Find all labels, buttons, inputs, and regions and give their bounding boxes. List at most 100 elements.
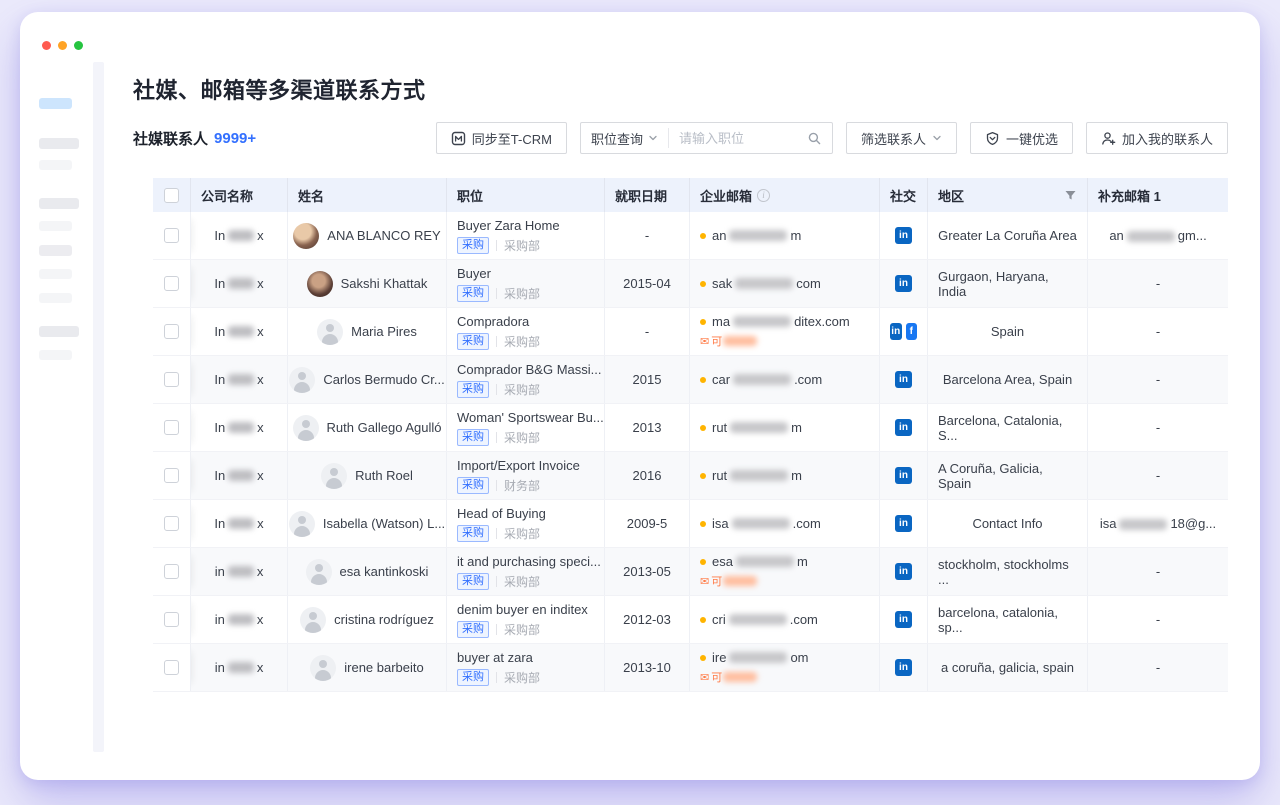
row-checkbox[interactable] [164,276,179,291]
linkedin-icon[interactable]: in [895,419,912,436]
table-row[interactable]: Inx Sakshi Khattak Buyer 采购 采购部 2015-04 … [153,260,1228,308]
one-click-optimize-button[interactable]: 一键优选 [970,122,1073,154]
table-row[interactable]: Inx ANA BLANCO REY Buyer Zara Home 采购 采购… [153,212,1228,260]
linkedin-icon[interactable]: in [895,515,912,532]
department-label: 采购部 [504,285,540,302]
position-title: Import/Export Invoice [457,458,594,473]
search-icon[interactable] [807,131,822,146]
email-deliverable-badge: ✉ 可 [700,573,869,589]
sidebar-active-item[interactable] [39,98,72,109]
name-cell: Ruth Gallego Agulló [288,404,447,451]
linkedin-icon[interactable]: in [895,611,912,628]
table-row[interactable]: Inx Ruth Gallego Agulló Woman' Sportswea… [153,404,1228,452]
department-label: 财务部 [504,477,540,494]
contact-avatar [310,655,336,681]
position-title: buyer at zara [457,650,594,665]
contact-name: cristina rodríguez [334,612,434,627]
email-cell: cri.com [690,596,880,643]
email-cell: esam ✉ 可 [690,548,880,595]
social-cell: in [880,644,928,691]
employment-date-cell: 2015 [605,356,690,403]
table-row[interactable]: Inx Maria Pires Compradora 采购 采购部 - madi… [153,308,1228,356]
role-tag: 采购 [457,237,489,254]
role-tag: 采购 [457,573,489,590]
social-cell: in [880,596,928,643]
department-label: 采购部 [504,573,540,590]
contact-name: Isabella (Watson) L... [323,516,445,531]
linkedin-icon[interactable]: in [895,467,912,484]
row-checkbox[interactable] [164,660,179,675]
chevron-down-icon [932,133,942,143]
position-query-select[interactable]: 职位查询 [581,129,668,148]
table-row[interactable]: inx esa kantinkoski it and purchasing sp… [153,548,1228,596]
filter-funnel-icon[interactable] [1064,189,1077,202]
position-cell: Buyer 采购 采购部 [447,260,605,307]
row-checkbox-cell [153,260,191,307]
redacted-email-text [729,230,787,241]
header-date: 就职日期 [605,178,690,212]
filter-contacts-button[interactable]: 筛选联系人 [846,122,957,154]
envelope-icon: ✉ [700,575,709,588]
company-cell: Inx [191,500,288,547]
row-checkbox[interactable] [164,372,179,387]
position-title: Head of Buying [457,506,594,521]
row-checkbox[interactable] [164,612,179,627]
sidebar-skeleton-item [39,160,72,170]
header-position: 职位 [447,178,605,212]
region-cell: stockholm, stockholms ... [928,548,1088,595]
company-cell: inx [191,644,288,691]
linkedin-icon[interactable]: in [895,227,912,244]
row-checkbox[interactable] [164,324,179,339]
linkedin-icon[interactable]: in [895,371,912,388]
contacts-count-label: 社媒联系人 [133,128,208,149]
select-all-checkbox[interactable] [164,188,179,203]
add-to-my-contacts-button[interactable]: 加入我的联系人 [1086,122,1228,154]
supp-email-cell: - [1088,404,1228,451]
linkedin-icon[interactable]: in [895,275,912,292]
linkedin-icon[interactable]: in [890,323,902,340]
table-body: Inx ANA BLANCO REY Buyer Zara Home 采购 采购… [153,212,1228,692]
header-social: 社交 [880,178,928,212]
sync-to-crm-button[interactable]: 同步至T-CRM [436,122,567,154]
linkedin-icon[interactable]: in [895,659,912,676]
redacted-email-text [729,614,787,625]
redacted-badge-text [723,576,757,586]
row-checkbox[interactable] [164,564,179,579]
position-cell: Buyer Zara Home 采购 采购部 [447,212,605,259]
close-window-icon[interactable] [42,41,51,50]
contact-name: Carlos Bermudo Cr... [323,372,444,387]
table-row[interactable]: Inx Carlos Bermudo Cr... Comprador B&G M… [153,356,1228,404]
position-cell: Import/Export Invoice 采购 财务部 [447,452,605,499]
facebook-icon[interactable]: f [906,323,918,340]
position-search-input[interactable] [669,131,807,146]
info-icon[interactable]: i [757,189,770,202]
department-label: 采购部 [504,333,540,350]
minimize-window-icon[interactable] [58,41,67,50]
name-cell: Maria Pires [288,308,447,355]
email-cell: anm [690,212,880,259]
email-status-dot [700,319,706,325]
linkedin-icon[interactable]: in [895,563,912,580]
employment-date-cell: 2009-5 [605,500,690,547]
department-label: 采购部 [504,621,540,638]
row-checkbox[interactable] [164,468,179,483]
department-label: 采购部 [504,381,540,398]
table-row[interactable]: inx irene barbeito buyer at zara 采购 采购部 … [153,644,1228,692]
row-checkbox[interactable] [164,420,179,435]
row-checkbox[interactable] [164,228,179,243]
redacted-supp-email-text [1127,231,1175,242]
email-cell: rutm [690,452,880,499]
divider [496,336,497,347]
table-row[interactable]: inx cristina rodríguez denim buyer en in… [153,596,1228,644]
row-checkbox[interactable] [164,516,179,531]
maximize-window-icon[interactable] [74,41,83,50]
employment-date-cell: 2015-04 [605,260,690,307]
header-email: 企业邮箱 i [690,178,880,212]
table-row[interactable]: Inx Ruth Roel Import/Export Invoice 采购 财… [153,452,1228,500]
name-cell: Ruth Roel [288,452,447,499]
company-cell: inx [191,596,288,643]
redacted-company-text [228,566,254,577]
table-row[interactable]: Inx Isabella (Watson) L... Head of Buyin… [153,500,1228,548]
position-title: Buyer Zara Home [457,218,594,233]
email-status-dot [700,281,706,287]
